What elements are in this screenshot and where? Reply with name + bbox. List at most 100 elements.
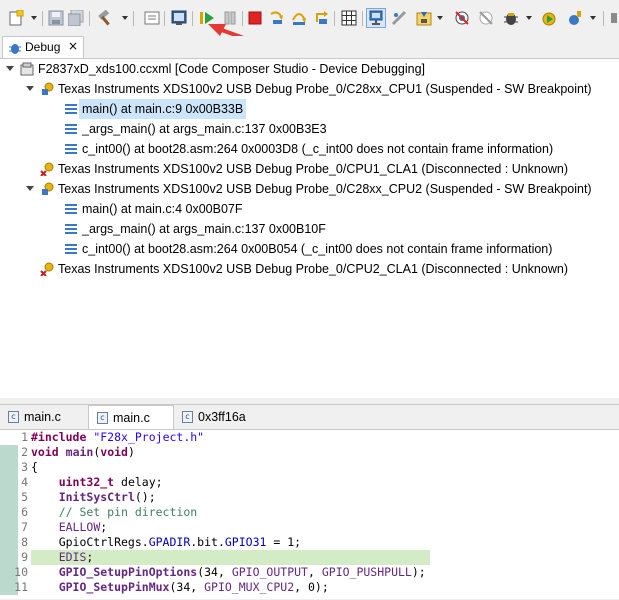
code-editor: c main.c c main.c c 0x3ff16a 1 #include "… [0,404,619,599]
expand-toggle-icon[interactable] [26,86,34,91]
expand-toggle-icon[interactable] [6,66,14,71]
code-line[interactable]: 10 GPIO_SetupPinOptions(34, GPIO_OUTPUT,… [0,565,619,580]
load-program-icon[interactable] [416,10,432,26]
code-text: GPIO_SetupPinMux(34, GPIO_MUX_CPU2, 0); [58,580,329,594]
connect-target-icon[interactable] [368,10,384,26]
tab-debug[interactable]: Debug × [2,36,84,58]
build-dropdown-icon[interactable] [122,16,128,20]
line-number: 5 [21,490,28,504]
step-return-icon[interactable] [313,10,329,26]
tree-item-label: Texas Instruments XDS100v2 USB Debug Pro… [58,182,592,196]
disable-breakpoints-icon[interactable] [454,10,470,26]
stack-frame-row[interactable]: main() at main.c:9 0x00B33B [0,99,619,119]
code-text: GPIO_SetupPinOptions(34, GPIO_OUTPUT, GP… [58,565,426,579]
code-line[interactable]: 6 // Set pin direction [0,505,619,520]
tree-item-label: main() at main.c:4 0x00B07F [82,202,243,216]
stack-frame-icon [64,222,78,236]
stack-frame-row[interactable]: _args_main() at args_main.c:137 0x00B3E3 [0,119,619,139]
code-area[interactable]: 1 #include "F28x_Project.h" 2 void main(voi… [0,430,619,600]
stack-frame-icon [64,122,78,136]
stack-frame-icon [64,202,78,216]
external-tools-dropdown-icon[interactable] [590,16,596,20]
suspended-thread-icon [40,82,54,96]
line-number: 11 [14,580,28,594]
external-tools-icon[interactable] [567,10,583,26]
new-dropdown-icon[interactable] [31,16,37,20]
load-dropdown-icon[interactable] [437,16,443,20]
code-line[interactable]: 4 uint32_t delay; [0,475,619,490]
code-line[interactable]: 3{ [0,460,619,475]
debug-view: Debug × F2837xD_xds100.ccxml [Code Compo… [0,36,619,398]
line-number: 9 [21,550,28,564]
code-text: GpioCtrlRegs.GPADIR.bit.GPIO31 = 1; [31,535,302,549]
tab-label: 0x3ff16a [198,410,246,424]
line-number: 6 [21,505,28,519]
c-file-icon: c [8,411,19,423]
c-file-icon: c [182,411,193,423]
code-line[interactable]: 5 InitSysCtrl(); [0,490,619,505]
launch-row[interactable]: F2837xD_xds100.ccxml [Code Composer Stud… [0,59,619,79]
expand-toggle-icon[interactable] [26,186,34,191]
thread-row[interactable]: Texas Instruments XDS100v2 USB Debug Pro… [0,259,619,279]
disconnect-icon[interactable] [391,10,407,26]
tree-item-label: main() at main.c:9 0x00B33B [79,99,247,119]
c-file-icon: c [97,412,108,424]
debug-config-icon [20,62,34,76]
line-number: 10 [14,565,28,579]
step-over-icon[interactable] [291,10,307,26]
disconnected-thread-icon [40,162,54,177]
current-code-line[interactable]: 9 EDIS; [0,550,619,565]
skip-breakpoints-icon[interactable] [478,10,494,26]
code-text: InitSysCtrl(); [58,490,156,504]
step-into-icon[interactable] [269,10,285,26]
save-all-icon[interactable] [68,10,84,26]
code-text: #include "F28x_Project.h" [31,430,205,444]
main-toolbar [0,0,619,48]
stack-frame-row[interactable]: c_int00() at boot28.asm:264 0x00B054 (_c… [0,239,619,259]
build-hammer-icon[interactable] [97,10,113,26]
line-number: 8 [21,535,28,549]
code-line[interactable]: 8 GpioCtrlRegs.GPADIR.bit.GPIO31 = 1; [0,535,619,550]
properties-icon[interactable] [144,10,160,26]
code-line[interactable]: 1 #include "F28x_Project.h" [0,430,619,445]
tree-item-label: F2837xD_xds100.ccxml [Code Composer Stud… [38,62,425,76]
tab-main-c-1[interactable]: c main.c [2,405,84,429]
thread-row[interactable]: Texas Instruments XDS100v2 USB Debug Pro… [0,79,619,99]
code-text: EALLOW; [58,520,108,534]
tab-debug-label: Debug [25,40,61,54]
tree-item-label: _args_main() at args_main.c:137 0x00B3E3 [82,122,327,136]
code-text: EDIS; [31,550,430,565]
save-icon[interactable] [48,10,64,26]
debug-dropdown-icon[interactable] [526,16,532,20]
stack-frame-icon [64,142,78,156]
code-line[interactable]: 7 EALLOW; [0,520,619,535]
stack-frame-row[interactable]: _args_main() at args_main.c:137 0x00B10F [0,219,619,239]
thread-row[interactable]: Texas Instruments XDS100v2 USB Debug Pro… [0,159,619,179]
stack-frame-row[interactable]: c_int00() at boot28.asm:264 0x0003D8 (_c… [0,139,619,159]
code-line[interactable]: 11 GPIO_SetupPinMux(34, GPIO_MUX_CPU2, 0… [0,580,619,595]
code-line[interactable]: 2 void main(void) [0,445,619,460]
line-number: 7 [21,520,28,534]
tab-label: main.c [113,411,150,425]
stack-frame-row[interactable]: main() at main.c:4 0x00B07F [0,199,619,219]
stack-frame-icon [64,242,78,256]
tab-address[interactable]: c 0x3ff16a [178,405,260,429]
run-icon[interactable] [541,10,557,26]
tree-item-label: c_int00() at boot28.asm:264 0x00B054 (_c… [82,242,553,256]
new-icon[interactable] [8,10,24,26]
memory-grid-icon[interactable] [341,10,357,26]
line-number: 3 [21,460,28,474]
terminal-icon[interactable] [171,10,187,26]
tree-item-label: Texas Instruments XDS100v2 USB Debug Pro… [58,262,568,276]
thread-row[interactable]: Texas Instruments XDS100v2 USB Debug Pro… [0,179,619,199]
close-icon[interactable]: × [68,39,78,53]
editor-tabbar: c main.c c main.c c 0x3ff16a [0,405,619,430]
toolbar-overflow-icon[interactable] [610,10,619,26]
tree-item-label: Texas Instruments XDS100v2 USB Debug Pro… [58,82,592,96]
disconnected-thread-icon [40,262,54,277]
suspended-thread-icon [40,182,54,196]
code-text: // Set pin direction [31,505,198,519]
tab-main-c-2[interactable]: c main.c [88,405,174,429]
debug-bug-icon[interactable] [503,10,519,26]
debug-tab-icon [8,41,22,58]
